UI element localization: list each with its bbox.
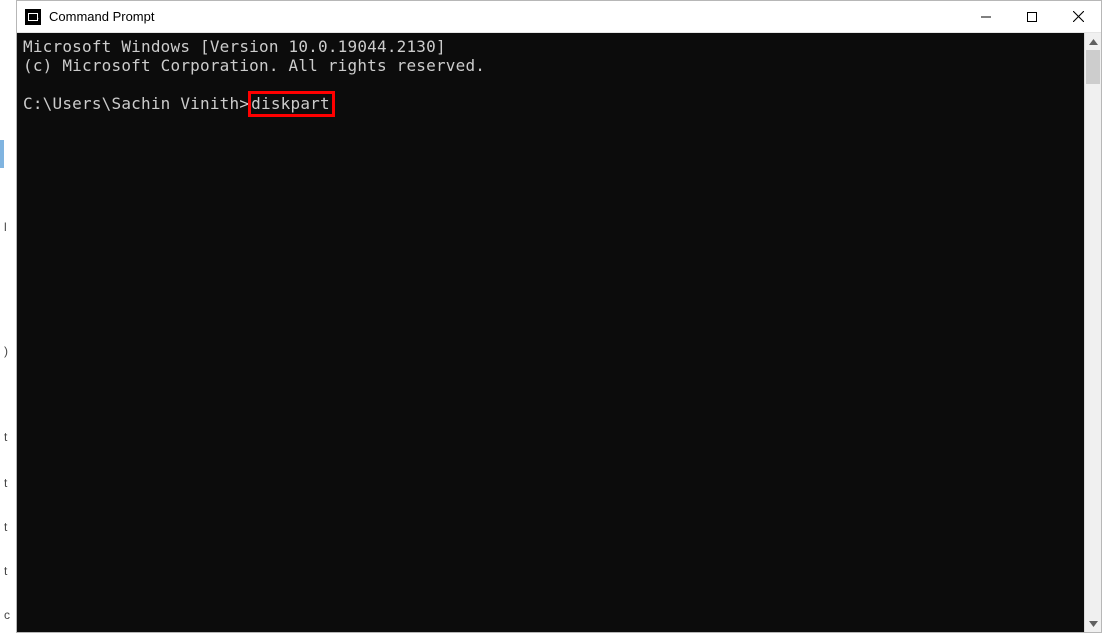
page-accent xyxy=(0,140,4,168)
command-highlight: diskpart xyxy=(248,91,335,117)
background-glyph: t xyxy=(4,520,7,534)
maximize-button[interactable] xyxy=(1009,1,1055,33)
scroll-down-arrow-icon[interactable] xyxy=(1085,615,1101,632)
scroll-up-arrow-icon[interactable] xyxy=(1085,33,1101,50)
background-glyph: ) xyxy=(4,344,8,358)
background-glyph: t xyxy=(4,476,7,490)
window-title: Command Prompt xyxy=(49,9,154,24)
background-glyph: t xyxy=(4,564,7,578)
close-button[interactable] xyxy=(1055,1,1101,33)
scroll-thumb[interactable] xyxy=(1086,50,1100,84)
prompt-path: C:\Users\Sachin Vinith> xyxy=(23,94,249,113)
terminal-client-area: Microsoft Windows [Version 10.0.19044.21… xyxy=(17,33,1101,632)
typed-command: diskpart xyxy=(251,94,330,113)
scroll-track[interactable] xyxy=(1085,50,1101,615)
minimize-button[interactable] xyxy=(963,1,1009,33)
command-prompt-icon: C:\ xyxy=(25,9,41,25)
titlebar[interactable]: C:\ Command Prompt xyxy=(17,1,1101,33)
output-line: (c) Microsoft Corporation. All rights re… xyxy=(23,56,485,75)
terminal-output[interactable]: Microsoft Windows [Version 10.0.19044.21… xyxy=(17,33,1084,632)
background-glyph: c xyxy=(4,608,10,622)
command-prompt-window: C:\ Command Prompt Microsoft Windows [Ve… xyxy=(16,0,1102,633)
background-glyph: t xyxy=(4,430,7,444)
background-glyph: l xyxy=(4,220,7,234)
output-line: Microsoft Windows [Version 10.0.19044.21… xyxy=(23,37,446,56)
vertical-scrollbar[interactable] xyxy=(1084,33,1101,632)
